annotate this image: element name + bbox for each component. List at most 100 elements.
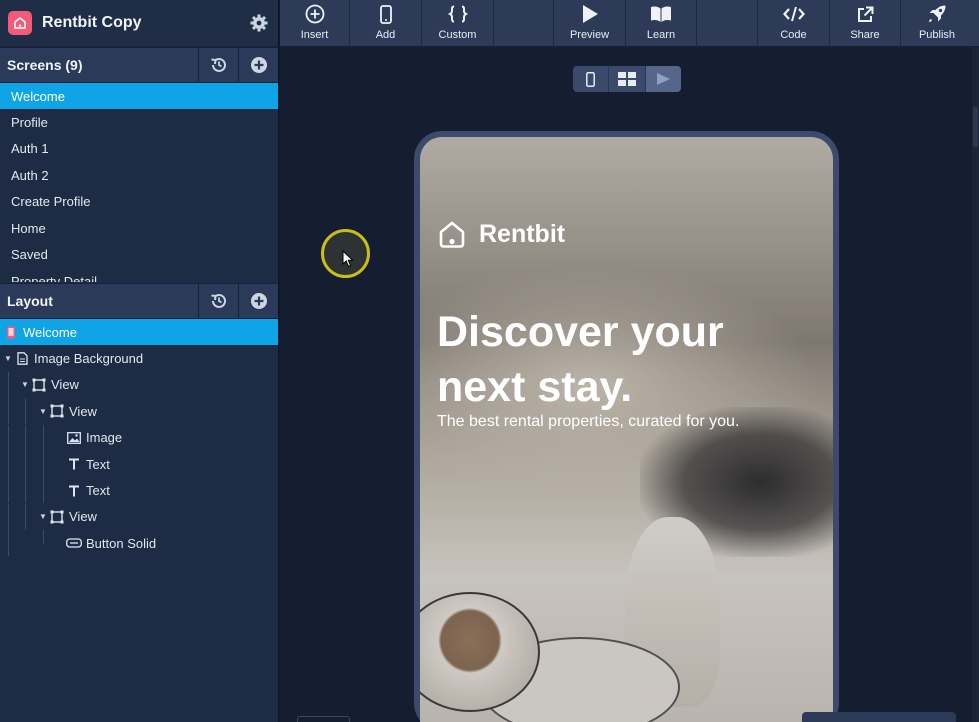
tree-label: View — [69, 509, 97, 525]
top-toolbar: Insert Add Custom Preview Learn Code Sha… — [280, 0, 979, 47]
text-icon — [66, 484, 82, 498]
screen-item-profile[interactable]: Profile — [0, 109, 278, 135]
history-icon — [210, 57, 226, 72]
plus-circle-icon — [250, 293, 267, 309]
app-logo-icon — [8, 11, 32, 35]
brand-row: Rentbit — [437, 219, 565, 249]
tree-item-view[interactable]: ▼ View — [0, 503, 278, 530]
custom-label: Custom — [438, 29, 477, 41]
tree-guide — [25, 398, 26, 425]
screen-item-auth-2[interactable]: Auth 2 — [0, 162, 278, 188]
button-icon — [66, 536, 82, 550]
tree-guide — [8, 503, 9, 530]
screen-item-auth-1[interactable]: Auth 1 — [0, 136, 278, 162]
code-icon — [782, 6, 805, 22]
text-icon — [66, 457, 82, 471]
phone-icon — [3, 325, 19, 339]
tree-label: Button Solid — [86, 535, 157, 551]
tree-guide — [8, 371, 9, 398]
caret-down-icon[interactable]: ▼ — [37, 407, 49, 416]
add-screen-button[interactable] — [238, 48, 278, 82]
screen-item-home[interactable]: Home — [0, 215, 278, 241]
screen-item-saved[interactable]: Saved — [0, 241, 278, 267]
publish-label: Publish — [918, 29, 956, 41]
add-button[interactable]: Add — [350, 0, 422, 47]
screen-list: Welcome Profile Auth 1 Auth 2 Create Pro… — [0, 83, 278, 283]
tree-label: View — [51, 377, 79, 393]
tree-guide — [43, 450, 44, 477]
tree-label: Text — [86, 456, 110, 472]
custom-button[interactable]: Custom — [422, 0, 494, 47]
tree-item-image-background[interactable]: ▼ Image Background — [0, 345, 278, 371]
canvas-bottom-control[interactable] — [297, 716, 350, 722]
tree-item-text[interactable]: Text — [0, 450, 278, 477]
preview-button[interactable]: Preview — [554, 0, 626, 47]
toolbar-spacer — [494, 0, 554, 47]
add-layout-button[interactable] — [238, 284, 278, 318]
insert-button[interactable]: Insert — [280, 0, 350, 47]
play-icon — [582, 5, 598, 23]
play-view-button[interactable] — [645, 66, 681, 92]
tree-guide — [8, 530, 9, 557]
app-header: Rentbit Copy — [0, 0, 278, 47]
add-label: Add — [375, 29, 396, 41]
tree-item-welcome[interactable]: Welcome — [0, 319, 278, 346]
tree-guide — [25, 424, 26, 451]
tree-label: Welcome — [23, 324, 77, 340]
curly-braces-icon — [447, 5, 468, 23]
canvas-bottom-panel-tab[interactable] — [802, 712, 956, 722]
frame-icon — [49, 404, 65, 418]
grid-view-button[interactable] — [609, 66, 646, 92]
learn-button[interactable]: Learn — [626, 0, 697, 47]
preview-label: Preview — [569, 29, 610, 41]
left-sidebar: Rentbit Copy Screens (9) Welcome Profile… — [0, 0, 279, 722]
share-label: Share — [850, 29, 880, 41]
mouse-cursor-icon — [342, 250, 354, 268]
screens-header-title: Screens (9) — [7, 57, 83, 73]
vertical-scrollbar[interactable] — [972, 47, 979, 722]
tree-item-image[interactable]: Image — [0, 424, 278, 451]
publish-button[interactable]: Publish — [901, 0, 973, 47]
phone-preview-frame[interactable]: Rentbit Discover your next stay. The bes… — [414, 131, 839, 722]
tree-item-view[interactable]: ▼ View — [0, 371, 278, 398]
layout-header-title: Layout — [7, 293, 53, 309]
screen-item-create-profile[interactable]: Create Profile — [0, 189, 278, 215]
subtitle-text: The best rental properties, curated for … — [437, 413, 740, 430]
screens-section-header: Screens (9) — [0, 47, 278, 83]
tree-guide — [8, 450, 9, 477]
tree-item-button-solid[interactable]: Button Solid — [0, 530, 278, 557]
layout-tree: Welcome ▼ Image Background ▼ View ▼ View… — [0, 319, 278, 557]
external-link-icon — [857, 6, 873, 22]
plus-circle-icon — [250, 57, 267, 73]
home-logo-icon — [439, 221, 465, 248]
screen-item-property-detail[interactable]: Property Detail — [0, 268, 278, 282]
tree-item-view[interactable]: ▼ View — [0, 398, 278, 425]
tree-guide — [8, 477, 9, 504]
share-button[interactable]: Share — [830, 0, 901, 47]
rocket-icon — [929, 5, 946, 22]
code-button[interactable]: Code — [758, 0, 830, 47]
layout-history-button[interactable] — [198, 284, 238, 318]
frame-icon — [49, 510, 65, 524]
screen-item-welcome[interactable]: Welcome — [0, 83, 278, 110]
tree-label: Image Background — [34, 351, 144, 367]
mobile-device-icon — [379, 4, 392, 24]
headline-text: Discover your next stay. — [437, 308, 724, 411]
caret-down-icon[interactable]: ▼ — [37, 512, 49, 521]
layout-section-header: Layout — [0, 283, 278, 319]
insert-label: Insert — [300, 29, 329, 41]
tree-label: Text — [86, 483, 110, 499]
learn-label: Learn — [646, 29, 676, 41]
grid-icon — [617, 72, 636, 86]
file-icon — [14, 352, 30, 366]
tree-guide — [25, 503, 26, 530]
play-icon — [657, 73, 671, 85]
mobile-view-button[interactable] — [573, 66, 610, 92]
tree-item-text[interactable]: Text — [0, 477, 278, 504]
code-label: Code — [780, 29, 807, 41]
caret-down-icon[interactable]: ▼ — [19, 380, 31, 389]
scrollbar-thumb[interactable] — [973, 107, 978, 147]
screens-history-button[interactable] — [198, 48, 238, 82]
caret-down-icon[interactable]: ▼ — [2, 354, 14, 363]
settings-gear-icon[interactable] — [248, 12, 270, 34]
